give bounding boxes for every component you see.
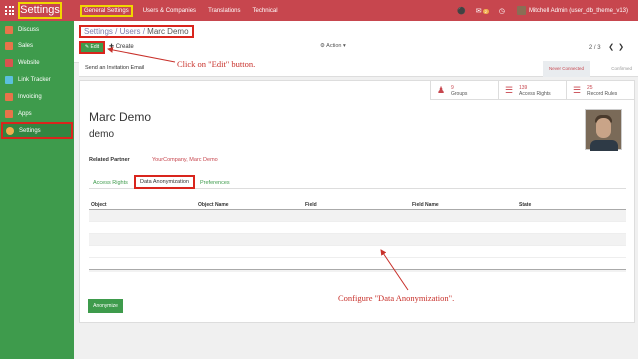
sidebar-item-label: Website [18,59,40,66]
breadcrumb-current: Marc Demo [147,27,189,36]
status-confirmed: Confirmed [611,66,632,71]
sales-icon [5,41,13,50]
stat-label: Groups [451,90,468,97]
table-footer [89,269,626,272]
column-field-name[interactable]: Field Name [412,202,439,208]
column-object-name[interactable]: Object Name [198,202,229,208]
action-label: Action [326,43,342,49]
invoicing-icon [5,92,13,101]
record-rules-stat-button[interactable]: ☰ 25 Record Rules [566,81,634,100]
menu-general-settings[interactable]: General Settings [80,5,133,17]
sidebar-item-invoicing[interactable]: Invoicing [0,90,74,103]
users-icon: ♟ [437,85,446,95]
send-invitation-button[interactable]: Send an Invitation Email [85,65,144,71]
menu-technical[interactable]: Technical [251,6,280,16]
avatar[interactable] [516,6,526,15]
chevron-right-icon[interactable]: ❯ [618,44,628,51]
pager-value[interactable]: 2 / 3 [589,45,601,51]
column-field[interactable]: Field [305,202,317,208]
access-rights-stat-button[interactable]: ☰ 139 Access Rights [498,81,566,100]
sidebar-item-label: Link Tracker [18,76,51,83]
systray: ⚫ ✉ 2 ◷ Mitchell Admin (user_db_theme_v13… [447,4,628,17]
edit-annotation: Click on "Edit" button. [177,59,256,69]
user-photo[interactable] [585,109,622,151]
bug-icon[interactable]: ⚫ [457,7,466,15]
form-sheet: ♟ 9 Groups ☰ 139 Access Rights ☰ 25 Record … [79,80,635,323]
edit-button[interactable]: ✎ Edit [79,41,105,54]
user-name[interactable]: Marc Demo [89,110,151,124]
create-button[interactable]: ✚ Create [109,43,134,50]
main-content: Settings / Users / Marc Demo ✎ Edit ✚ Cr… [74,21,638,359]
sidebar-item-apps[interactable]: Apps [0,107,74,120]
list-icon: ☰ [505,85,514,95]
menu-users-companies[interactable]: Users & Companies [141,6,198,16]
top-navbar: Settings General Settings Users & Compan… [0,0,638,21]
create-button-label: Create [115,44,134,50]
anonymization-table: Object Object Name Field Field Name Stat… [89,200,626,272]
related-partner-link[interactable]: YourCompany, Marc Demo [152,157,218,163]
user-menu[interactable]: Mitchell Admin (user_db_theme_v13) [529,8,628,14]
pager: 2 / 3 ❮❯ [589,43,628,51]
top-menu: General Settings Users & Companies Trans… [80,4,288,18]
caret-down-icon: ▾ [343,43,346,49]
table-row [89,246,626,258]
stat-label: Record Rules [587,90,618,97]
breadcrumb: Settings / Users / Marc Demo [79,25,194,38]
sidebar-item-link-tracker[interactable]: Link Tracker [0,73,74,86]
photo-body [590,140,618,151]
sidebar-item-label: Invoicing [18,93,42,100]
user-login[interactable]: demo [89,129,114,140]
related-partner-label: Related Partner [89,157,130,163]
column-state[interactable]: State [519,202,531,208]
clock-icon[interactable]: ◷ [499,7,505,15]
apps-grid-icon[interactable] [5,6,14,15]
table-row [89,210,626,222]
settings-icon [6,126,14,135]
edit-button-label: Edit [90,44,100,50]
notification-badge: 2 [482,8,489,14]
apps-icon [5,109,13,118]
anonymize-button[interactable]: Anonymize [88,299,123,313]
table-row [89,234,626,246]
plus-icon: ✚ [109,44,115,50]
website-icon [5,58,13,67]
stat-buttons: ♟ 9 Groups ☰ 139 Access Rights ☰ 25 Record … [430,81,634,100]
sidebar-item-settings[interactable]: Settings [1,122,73,139]
form-statusbar: Send an Invitation Email Never Connected… [79,61,638,77]
tab-preferences[interactable]: Preferences [200,177,230,189]
stat-label: Access Rights [519,90,551,97]
pencil-icon: ✎ [84,44,90,50]
menu-translations[interactable]: Translations [206,6,242,16]
tab-access-rights[interactable]: Access Rights [93,177,128,189]
link-tracker-icon [5,75,13,84]
tab-annotation: Configure "Data Anonymization". [338,293,455,303]
notebook-tabs: Access Rights Data Anonymization Prefere… [89,175,626,189]
column-object[interactable]: Object [91,202,107,208]
groups-stat-button[interactable]: ♟ 9 Groups [430,81,498,100]
sidebar-item-label: Discuss [18,26,40,33]
sidebar-item-label: Settings [19,127,41,134]
photo-face [596,118,611,138]
action-dropdown[interactable]: ⚙ Action ▾ [320,43,346,49]
table-header: Object Object Name Field Field Name Stat… [89,200,626,210]
chevron-left-icon[interactable]: ❮ [608,44,618,51]
sidebar-item-discuss[interactable]: Discuss [0,23,74,36]
sidebar-item-label: Apps [18,110,32,117]
app-sidebar: Discuss Sales Website Link Tracker Invoi… [0,21,74,359]
sidebar-item-sales[interactable]: Sales [0,39,74,52]
status-never-connected: Never Connected [542,61,590,77]
sidebar-item-label: Sales [18,42,34,49]
gear-icon: ⚙ [320,43,325,49]
breadcrumb-users[interactable]: Users [120,27,141,36]
breadcrumb-settings[interactable]: Settings [84,27,113,36]
control-panel: Settings / Users / Marc Demo ✎ Edit ✚ Cr… [74,21,638,63]
sidebar-item-website[interactable]: Website [0,56,74,69]
list-icon: ☰ [573,85,582,95]
table-row [89,222,626,234]
discuss-icon [5,25,13,34]
chat-icon[interactable]: ✉ 2 [476,7,489,15]
tab-data-anonymization[interactable]: Data Anonymization [134,175,195,189]
app-brand[interactable]: Settings [18,2,62,19]
